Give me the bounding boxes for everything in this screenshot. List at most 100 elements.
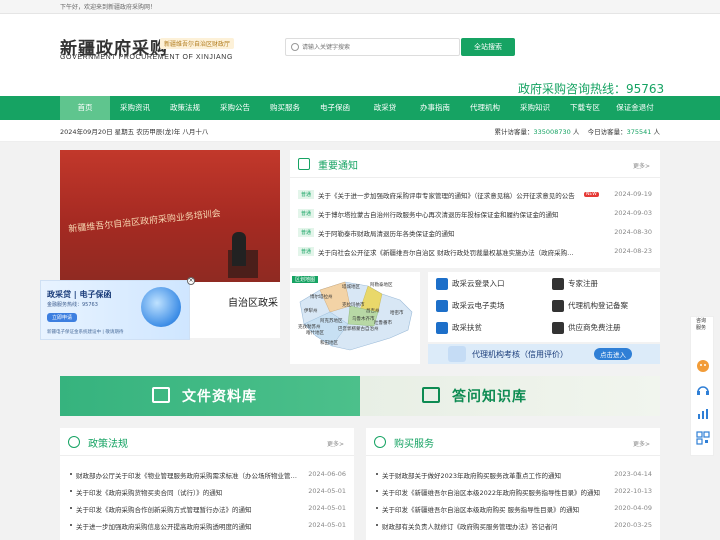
ad-graphic bbox=[141, 287, 181, 327]
floating-toolbar: 咨询 服务 bbox=[690, 316, 714, 456]
map-region[interactable]: 巴音郭楞蒙古自治州 bbox=[338, 326, 379, 332]
nav-item-purchase-service[interactable]: 购买服务 bbox=[260, 96, 310, 120]
list-item[interactable]: 普通 关于阿勒泰市财政局清退历年各类保证金的通知 2024-08-30 bbox=[298, 228, 652, 247]
nav-item-announcements[interactable]: 采购公告 bbox=[210, 96, 260, 120]
quick-link-label: 政采云登录入口 bbox=[452, 279, 505, 288]
notice-date: 2024-09-03 bbox=[614, 209, 652, 217]
list-item[interactable]: 普通 关于向社会公开征求《新疆维吾尔自治区 财政行政处罚裁量权基准实施办法（政府采… bbox=[298, 247, 652, 266]
list-item[interactable]: 关于财政部关于做好2023年政府购买服务改革重点工作的通知 2023-04-14 bbox=[376, 470, 652, 487]
nav-item-deposit-refund[interactable]: 保证金退付 bbox=[610, 96, 660, 120]
policy-text[interactable]: 关于印发《政府采购货物买卖合同（试行）》的通知 bbox=[76, 487, 300, 497]
policy-date: 2024-06-06 bbox=[308, 470, 346, 478]
list-item[interactable]: 关于印发《新疆维吾尔自治区本级2022年政府购买服务指导性目录》的通知 2022-… bbox=[376, 487, 652, 504]
map-region[interactable]: 博尔塔拉州 bbox=[310, 294, 333, 300]
ad-title: 政采贷 | 电子保函 bbox=[47, 290, 112, 299]
document-icon bbox=[552, 300, 564, 312]
purchase-date: 2020-03-25 bbox=[614, 521, 652, 529]
main-nav: 首页 采购资讯 政策法规 采购公告 购买服务 电子保函 政采贷 办事指南 代理机… bbox=[0, 96, 720, 120]
notice-text[interactable]: 关于阿勒泰市财政局清退历年各类保证金的通知 bbox=[318, 228, 578, 238]
list-item[interactable]: 关于印发《政府采购货物买卖合同（试行）》的通知 2024-05-01 bbox=[70, 487, 346, 504]
document-library-link[interactable]: 文件资料库 bbox=[182, 386, 257, 406]
nav-item-knowledge[interactable]: 采购知识 bbox=[510, 96, 560, 120]
map-region[interactable]: 塔城地区 bbox=[342, 284, 360, 290]
logo-subtitle: GOVERNMENT PROCUREMENT OF XINJIANG bbox=[60, 54, 233, 61]
list-item[interactable]: 财政部办公厅关于印发《物业管理服务政府采购需求标准（办公场所物业管理服务项目）》… bbox=[70, 470, 346, 487]
search-button[interactable]: 全站搜索 bbox=[461, 38, 515, 56]
total-visitors-unit: 人 bbox=[572, 128, 580, 136]
quick-link-label: 代理机构登记备案 bbox=[568, 301, 628, 310]
map-region[interactable]: 伊犁州 bbox=[304, 308, 318, 314]
chart-icon[interactable] bbox=[696, 407, 710, 421]
banner-photo[interactable]: 新疆维吾尔自治区政府采购业务培训会 bbox=[60, 150, 280, 282]
enter-button[interactable]: 点击进入 bbox=[594, 348, 632, 360]
region-map[interactable]: 区划地图 博尔塔拉州 塔城地区 阿勒泰地区 伊犁州 克拉玛依市 乌鲁木齐市 昌吉… bbox=[290, 272, 420, 364]
map-region[interactable]: 乌鲁木齐市 bbox=[352, 316, 375, 322]
policy-text[interactable]: 财政部办公厅关于印发《物业管理服务政府采购需求标准（办公场所物业管理服务项目）》… bbox=[76, 470, 300, 480]
map-region[interactable]: 昌吉州 bbox=[366, 308, 380, 314]
purchase-text[interactable]: 关于印发《新疆维吾尔自治区本级政府购买 服务指导性目录》的通知 bbox=[382, 504, 606, 514]
nav-item-guide[interactable]: 办事指南 bbox=[410, 96, 460, 120]
map-region[interactable]: 阿勒泰地区 bbox=[370, 282, 393, 288]
qa-library-link[interactable]: 答问知识库 bbox=[452, 386, 527, 406]
nav-item-policy[interactable]: 政策法规 bbox=[160, 96, 210, 120]
search-icon bbox=[291, 43, 299, 51]
notice-text[interactable]: 关于《关于进一步加强政府采购评审专家管理的通知》（征求意见稿）公开征求意见的公告 bbox=[318, 190, 578, 200]
notices-header: 重要通知 更多> bbox=[290, 150, 660, 178]
star-icon bbox=[436, 300, 448, 312]
robot-icon[interactable] bbox=[696, 359, 710, 373]
list-item[interactable]: 关于印发《新疆维吾尔自治区本级政府购买 服务指导性目录》的通知 2020-04-0… bbox=[376, 504, 652, 521]
purchase-more-link[interactable]: 更多> bbox=[633, 439, 650, 448]
map-region[interactable]: 克拉玛依市 bbox=[342, 302, 365, 308]
nav-item-e-guarantee[interactable]: 电子保函 bbox=[310, 96, 360, 120]
map-region[interactable]: 阿克苏地区 bbox=[320, 318, 343, 324]
bell-icon bbox=[298, 158, 310, 170]
notice-date: 2024-09-19 bbox=[614, 190, 652, 198]
qrcode-icon[interactable] bbox=[696, 431, 710, 445]
user-icon bbox=[552, 278, 564, 290]
purchase-date: 2022-10-13 bbox=[614, 487, 652, 495]
policy-date: 2024-05-01 bbox=[308, 521, 346, 529]
headset-icon[interactable] bbox=[696, 383, 710, 397]
policy-text[interactable]: 关于进一步加强政府采购信息公开提高政府采购透明度的通知 bbox=[76, 521, 300, 531]
list-item[interactable]: 关于进一步加强政府采购信息公开提高政府采购透明度的通知 2024-05-01 bbox=[70, 521, 346, 538]
notice-text[interactable]: 关于向社会公开征求《新疆维吾尔自治区 财政行政处罚裁量权基准实施办法（政府采购领… bbox=[318, 247, 578, 257]
nav-item-loan[interactable]: 政采贷 bbox=[360, 96, 410, 120]
policy-more-link[interactable]: 更多> bbox=[327, 439, 344, 448]
agency-assessment-banner[interactable]: 代理机构考核（信用评价） 点击进入 bbox=[428, 344, 660, 364]
building-icon bbox=[552, 322, 564, 334]
nav-item-agency[interactable]: 代理机构 bbox=[460, 96, 510, 120]
map-region[interactable]: 喀什地区 bbox=[306, 330, 324, 336]
nav-item-news[interactable]: 采购资讯 bbox=[110, 96, 160, 120]
nav-item-download[interactable]: 下载专区 bbox=[560, 96, 610, 120]
notices-more-link[interactable]: 更多> bbox=[633, 161, 650, 170]
notice-text[interactable]: 关于博尔塔拉蒙古自治州行政服务中心再次清退历年投标保证金和履约保证金的通知 bbox=[318, 209, 578, 219]
today-visitors-value: 375541 bbox=[626, 128, 652, 136]
notice-tag: 普通 bbox=[298, 209, 315, 218]
list-item[interactable]: 普通 关于博尔塔拉蒙古自治州行政服务中心再次清退历年投标保证金和履约保证金的通知 2… bbox=[298, 209, 652, 228]
map-region[interactable]: 和田地区 bbox=[320, 340, 338, 346]
total-visitors-label: 累计访客量： bbox=[494, 128, 534, 136]
list-item[interactable]: 关于印发《政府采购合作创新采购方式管理暂行办法》的通知 2024-05-01 bbox=[70, 504, 346, 521]
map-region[interactable]: 哈密市 bbox=[390, 310, 404, 316]
notice-date: 2024-08-30 bbox=[614, 228, 652, 236]
speaker bbox=[232, 232, 246, 266]
purchase-text[interactable]: 关于印发《新疆维吾尔自治区本级2022年政府购买服务指导性目录》的通知 bbox=[382, 487, 606, 497]
close-icon[interactable]: × bbox=[187, 277, 195, 285]
floating-ad[interactable]: 政采贷 | 电子保函 金融服务热线：95763 立即申请 新疆电子保证金系统建设… bbox=[40, 277, 195, 340]
policy-title: 政策法规 bbox=[88, 439, 128, 450]
search-input[interactable] bbox=[302, 41, 452, 53]
consult-button[interactable]: 咨询 服务 bbox=[691, 317, 711, 331]
search-box bbox=[285, 38, 460, 56]
list-item[interactable]: 财政部有关负责人就修订《政府购买服务管理办法》答记者问 2020-03-25 bbox=[376, 521, 652, 538]
policy-date: 2024-05-01 bbox=[308, 487, 346, 495]
purchase-date: 2023-04-14 bbox=[614, 470, 652, 478]
new-badge: NEW bbox=[584, 192, 599, 197]
nav-item-home[interactable]: 首页 bbox=[60, 96, 110, 120]
purchase-title: 购买服务 bbox=[394, 439, 434, 450]
list-item[interactable]: 普通 关于《关于进一步加强政府采购评审专家管理的通知》（征求意见稿）公开征求意见的… bbox=[298, 190, 652, 209]
policy-text[interactable]: 关于印发《政府采购合作创新采购方式管理暂行办法》的通知 bbox=[76, 504, 300, 514]
ad-apply-button[interactable]: 立即申请 bbox=[47, 313, 78, 322]
purchase-text[interactable]: 财政部有关负责人就修订《政府购买服务管理办法》答记者问 bbox=[382, 521, 606, 531]
banner-caption[interactable]: 自治区政采 bbox=[228, 294, 278, 309]
purchase-text[interactable]: 关于财政部关于做好2023年政府购买服务改革重点工作的通知 bbox=[382, 470, 606, 480]
